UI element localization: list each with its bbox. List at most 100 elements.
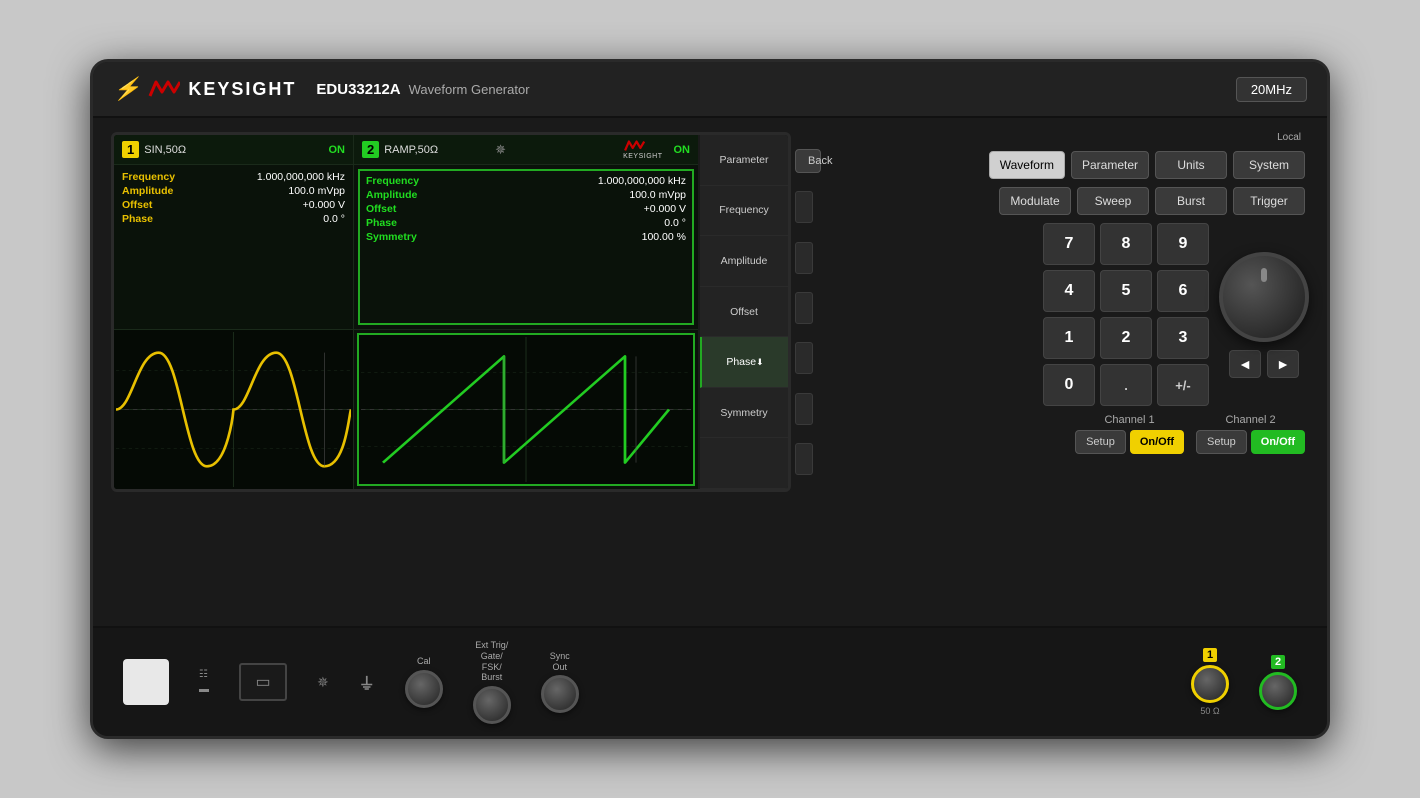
ext-trig-label: Ext Trig/Gate/FSK/Burst [475,640,508,683]
key-8[interactable]: 8 [1100,223,1152,265]
ch1-onoff-btn[interactable]: On/Off [1130,430,1184,454]
ch1-param-label-0: Frequency [122,171,175,183]
numpad: 7 8 9 4 5 6 1 2 3 0 . +/- [1043,223,1209,406]
waveform-display-row [114,329,698,489]
ch1-param-0: Frequency 1.000,000,000 kHz [122,171,345,183]
ch2-param-0: Frequency 1.000,000,000 kHz [366,175,686,187]
ext-trig-bnc [473,686,511,724]
key-dot[interactable]: . [1100,364,1152,406]
ch1-params: Frequency 1.000,000,000 kHz Amplitude 10… [114,165,354,329]
ch1-sine-wave [116,332,351,487]
sk-offset[interactable]: Offset [700,287,788,338]
sk-phase[interactable]: Phase⬇ [700,337,788,388]
btn-burst[interactable]: Burst [1155,187,1227,215]
btn-parameter[interactable]: Parameter [1071,151,1149,179]
arrow-right-btn[interactable]: ► [1267,350,1299,378]
ch2-number-badge: 2 [362,141,379,158]
ch2-params-inner: Frequency 1.000,000,000 kHz Amplitude 10… [358,169,694,325]
numpad-knob-area: 7 8 9 4 5 6 1 2 3 0 . +/- ◄ [831,223,1309,406]
ext-trig-connector: Ext Trig/Gate/FSK/Burst [473,640,511,724]
sk-amplitude[interactable]: Amplitude [700,236,788,287]
sk-parameter[interactable]: Parameter [700,135,788,186]
key-plusminus[interactable]: +/- [1157,364,1209,406]
btn-sweep[interactable]: Sweep [1077,187,1149,215]
ch1-param-value-2: +0.000 V [303,199,345,211]
arrow-buttons: ◄ ► [1229,350,1299,378]
btn-waveform[interactable]: Waveform [989,151,1065,179]
arrow-left-btn[interactable]: ◄ [1229,350,1261,378]
side-btn-3[interactable] [795,292,813,324]
ch2-output-connector: 2 [1259,655,1297,710]
btn-system[interactable]: System [1233,151,1305,179]
ch1-buttons: Setup On/Off [1075,430,1184,454]
usb-type-a-port[interactable]: ▭ [239,663,287,701]
sk-frequency[interactable]: Frequency [700,186,788,237]
key-3[interactable]: 3 [1157,317,1209,359]
function-row-2: Modulate Sweep Burst Trigger [831,187,1309,215]
channel-header-row: 1 SIN,50Ω ON 2 RAMP,50Ω ✵ [114,135,698,165]
sync-out-bnc [541,675,579,713]
rotary-knob[interactable] [1219,252,1309,342]
btn-modulate[interactable]: Modulate [999,187,1071,215]
key-0[interactable]: 0 [1043,364,1095,406]
ch2-setup-btn[interactable]: Setup [1196,430,1247,454]
side-btn-4[interactable] [795,342,813,374]
bottom-panel: ☷ ▬ ▭ ✵ ⏚ Cal Ext Trig/Gate/FSK/Burst Sy… [93,626,1327,736]
display-screen: 1 SIN,50Ω ON 2 RAMP,50Ω ✵ [111,132,791,492]
ch2-type: RAMP,50Ω [384,144,438,156]
side-btn-5[interactable] [795,393,813,425]
sync-out-label: SyncOut [550,651,570,673]
keysight-screen-logo: KEYSIGHT [623,139,662,160]
ch2-param-1: Amplitude 100.0 mVpp [366,189,686,201]
key-6[interactable]: 6 [1157,270,1209,312]
cal-connector: Cal [405,656,443,708]
ch2-param-value-4: 100.00 % [642,231,686,243]
ch1-setup-btn[interactable]: Setup [1075,430,1126,454]
ch2-param-value-3: 0.0 ° [664,217,686,229]
side-btn-6[interactable] [795,443,813,475]
ch2-buttons: Setup On/Off [1196,430,1305,454]
usb-symbol-icon: ✵ [317,674,329,691]
ch2-param-label-4: Symmetry [366,231,417,243]
ch2-label: Channel 2 [1225,414,1275,426]
ch2-onoff-btn[interactable]: On/Off [1251,430,1305,454]
side-btn-2[interactable] [795,242,813,274]
power-button[interactable] [123,659,169,705]
side-btn-1[interactable] [795,191,813,223]
lan-icon: ☷ [199,669,209,680]
ch2-param-label-0: Frequency [366,175,419,187]
ch2-param-label-3: Phase [366,217,397,229]
cal-bnc [405,670,443,708]
ch1-status: ON [329,144,346,156]
ch1-output-badge: 1 [1203,648,1217,662]
ch2-output-bnc [1259,672,1297,710]
key-5[interactable]: 5 [1100,270,1152,312]
usb-icon: ✵ [495,142,506,158]
channel-controls: Channel 1 Setup On/Off Channel 2 Setup O… [831,414,1309,454]
ch1-param-value-1: 100.0 mVpp [288,185,345,197]
instrument-body: ⚡ KEYSIGHT EDU33212A Waveform Generator … [90,59,1330,739]
key-7[interactable]: 7 [1043,223,1095,265]
model-name: EDU33212A [316,81,400,98]
key-4[interactable]: 4 [1043,270,1095,312]
sk-symmetry[interactable]: Symmetry [700,388,788,439]
ch1-output-connector: 1 50 Ω [1191,648,1229,716]
screen-side-buttons: Back [795,132,817,492]
btn-units[interactable]: Units [1155,151,1227,179]
ch1-type: SIN,50Ω [144,144,186,156]
ch2-status: ON [674,144,691,156]
left-section: 1 SIN,50Ω ON 2 RAMP,50Ω ✵ [111,132,817,616]
back-button[interactable]: Back [795,149,821,173]
ks-logo-text: KEYSIGHT [623,153,662,160]
ch1-param-value-3: 0.0 ° [323,213,345,225]
io-port-icons: ☷ ▬ [199,669,209,695]
btn-trigger[interactable]: Trigger [1233,187,1305,215]
ch2-param-2: Offset +0.000 V [366,203,686,215]
brand-name: KEYSIGHT [188,79,296,100]
key-9[interactable]: 9 [1157,223,1209,265]
key-2[interactable]: 2 [1100,317,1152,359]
ch1-param-label-3: Phase [122,213,153,225]
ch1-param-1: Amplitude 100.0 mVpp [122,185,345,197]
key-1[interactable]: 1 [1043,317,1095,359]
ch1-param-2: Offset +0.000 V [122,199,345,211]
